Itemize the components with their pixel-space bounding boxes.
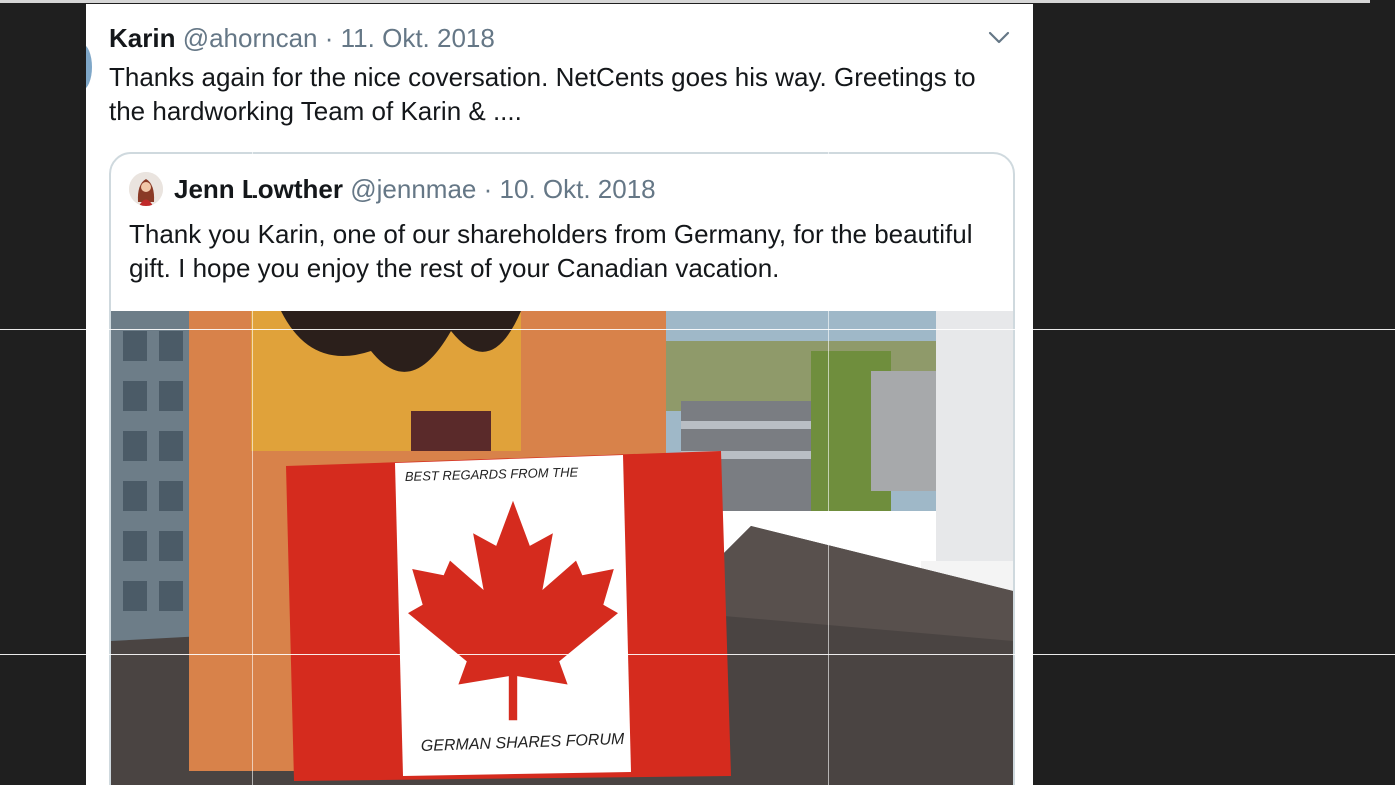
quoted-avatar[interactable] bbox=[129, 172, 163, 206]
tweet-header: Karin @ahorncan · 11. Okt. 2018 bbox=[109, 23, 495, 53]
quoted-author-name[interactable]: Jenn Lowther bbox=[174, 174, 343, 204]
tweet-card[interactable]: Karin @ahorncan · 11. Okt. 2018 Thanks a… bbox=[86, 4, 1033, 785]
quoted-text: Thank you Karin, one of our shareholders… bbox=[129, 219, 973, 283]
quoted-separator: · bbox=[483, 174, 493, 204]
guide-line-horizontal bbox=[0, 654, 1395, 655]
guide-line-horizontal bbox=[0, 329, 1395, 330]
chevron-down-icon[interactable] bbox=[988, 26, 1010, 48]
tweet-date[interactable]: 11. Okt. 2018 bbox=[341, 23, 495, 53]
guide-line-vertical bbox=[252, 150, 253, 785]
top-border bbox=[0, 0, 1370, 3]
guide-line-vertical bbox=[828, 150, 829, 785]
author-handle[interactable]: @ahorncan bbox=[183, 23, 318, 53]
tweet-text: Thanks again for the nice coversation. N… bbox=[109, 62, 976, 126]
quoted-author-handle[interactable]: @jennmae bbox=[350, 174, 476, 204]
quoted-image[interactable]: BEST REGARDS FROM THE GERMAN SHARES FORU… bbox=[111, 311, 1013, 785]
quoted-date[interactable]: 10. Okt. 2018 bbox=[500, 174, 656, 204]
avatar[interactable] bbox=[86, 44, 92, 90]
quoted-header: Jenn Lowther @jennmae · 10. Okt. 2018 bbox=[174, 174, 656, 204]
author-name[interactable]: Karin bbox=[109, 23, 175, 53]
quoted-tweet[interactable]: Jenn Lowther @jennmae · 10. Okt. 2018 Th… bbox=[109, 152, 1015, 785]
separator: · bbox=[324, 23, 334, 53]
